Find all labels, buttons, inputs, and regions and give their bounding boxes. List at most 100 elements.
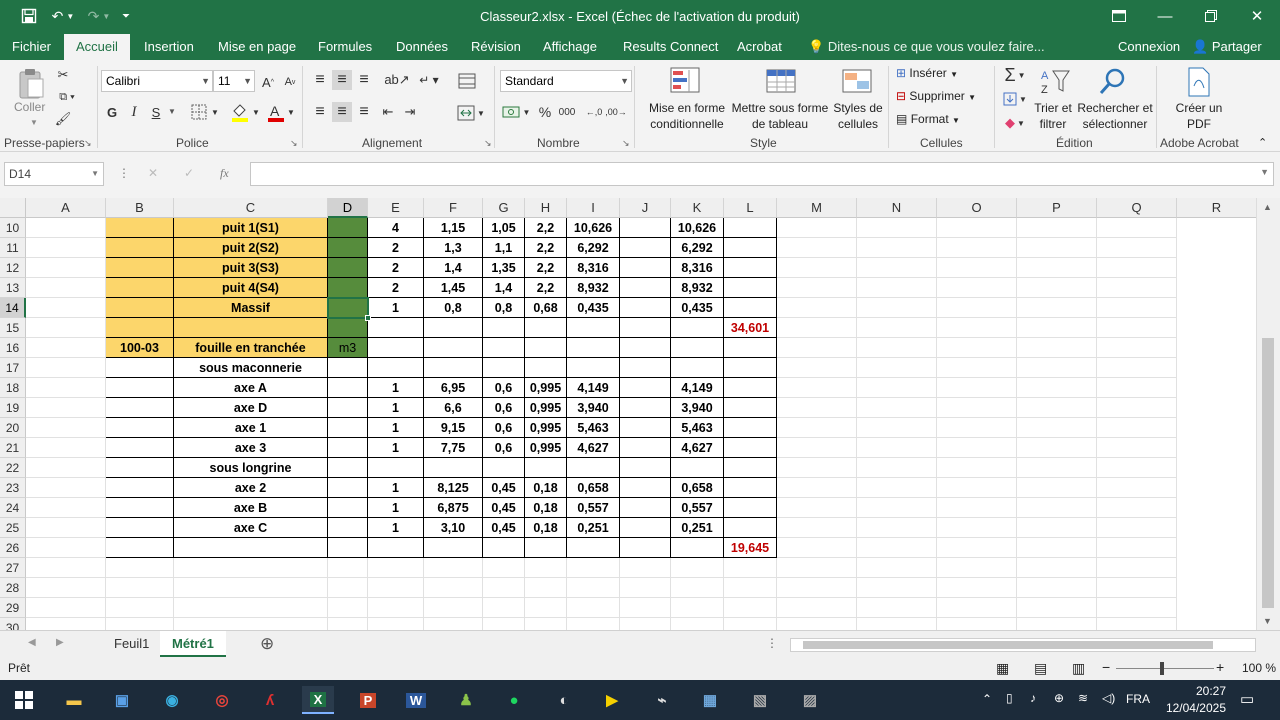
cell-q20[interactable]: [1097, 418, 1177, 438]
cell-o27[interactable]: [937, 558, 1017, 578]
confirm-entry-icon[interactable]: ✓: [184, 166, 194, 180]
font-name-combo[interactable]: Calibri ▼: [101, 70, 213, 92]
cell-g14[interactable]: 0,8: [483, 298, 525, 318]
cell-l21[interactable]: [724, 438, 777, 458]
word-icon[interactable]: W: [400, 686, 432, 714]
cell-q17[interactable]: [1097, 358, 1177, 378]
cell-m14[interactable]: [777, 298, 857, 318]
sort-filter-icon[interactable]: AZ: [1036, 64, 1074, 100]
cell-e18[interactable]: 1: [368, 378, 424, 398]
cell-e17[interactable]: [368, 358, 424, 378]
tab-insertion[interactable]: Insertion: [134, 34, 204, 60]
cell-g26[interactable]: [483, 538, 525, 558]
cell-l15[interactable]: 34,601: [724, 318, 777, 338]
cell-f11[interactable]: 1,3: [424, 238, 483, 258]
cell-q26[interactable]: [1097, 538, 1177, 558]
connexion-button[interactable]: Connexion: [1118, 34, 1180, 60]
format-as-table-button[interactable]: Mettre sous forme de tableau: [730, 100, 830, 132]
cell-k18[interactable]: 4,149: [671, 378, 724, 398]
cell-n13[interactable]: [857, 278, 937, 298]
cell-l17[interactable]: [724, 358, 777, 378]
cell-o12[interactable]: [937, 258, 1017, 278]
cell-q29[interactable]: [1097, 598, 1177, 618]
paste-dropdown-icon[interactable]: ▼: [30, 118, 38, 127]
row-header-20[interactable]: 20: [0, 418, 26, 438]
underline-dropdown-icon[interactable]: ▼: [168, 107, 176, 116]
font-color-icon[interactable]: A ▼: [266, 100, 296, 124]
cell-a12[interactable]: [26, 258, 106, 278]
cell-m24[interactable]: [777, 498, 857, 518]
cell-d27[interactable]: [328, 558, 368, 578]
select-all-corner[interactable]: [0, 198, 26, 218]
normal-view-icon[interactable]: ▦: [996, 660, 1009, 677]
cell-b13[interactable]: [106, 278, 174, 298]
zoom-slider-thumb[interactable]: [1160, 662, 1164, 675]
cell-d30[interactable]: [328, 618, 368, 630]
cell-e19[interactable]: 1: [368, 398, 424, 418]
cell-k11[interactable]: 6,292: [671, 238, 724, 258]
column-header-j[interactable]: J: [620, 198, 671, 218]
cell-h17[interactable]: [525, 358, 567, 378]
cell-g10[interactable]: 1,05: [483, 218, 525, 238]
chess-app-icon[interactable]: ♟: [450, 686, 482, 714]
cell-o22[interactable]: [937, 458, 1017, 478]
media-player-icon[interactable]: ▣: [106, 686, 138, 714]
cell-f14[interactable]: 0,8: [424, 298, 483, 318]
column-header-d[interactable]: D: [328, 198, 368, 218]
row-header-19[interactable]: 19: [0, 398, 26, 418]
column-header-c[interactable]: C: [174, 198, 328, 218]
paste-label[interactable]: Coller: [14, 100, 45, 114]
cell-p27[interactable]: [1017, 558, 1097, 578]
row-header-22[interactable]: 22: [0, 458, 26, 478]
cell-a20[interactable]: [26, 418, 106, 438]
cell-k16[interactable]: [671, 338, 724, 358]
format-painter-icon[interactable]: 🖌: [54, 110, 72, 128]
row-header-13[interactable]: 13: [0, 278, 26, 298]
cell-q14[interactable]: [1097, 298, 1177, 318]
tab-mise-en-page[interactable]: Mise en page: [208, 34, 306, 60]
sheet-tab-feuil1[interactable]: Feuil1: [102, 631, 161, 657]
volume-icon[interactable]: ◁): [1102, 691, 1115, 705]
cell-o15[interactable]: [937, 318, 1017, 338]
fill-color-icon[interactable]: ▼: [230, 100, 260, 124]
cell-h15[interactable]: [525, 318, 567, 338]
cell-g18[interactable]: 0,6: [483, 378, 525, 398]
cell-g30[interactable]: [483, 618, 525, 630]
cell-h30[interactable]: [525, 618, 567, 630]
column-header-g[interactable]: G: [483, 198, 525, 218]
scroll-up-icon[interactable]: ▲: [1263, 202, 1272, 212]
cell-a17[interactable]: [26, 358, 106, 378]
paste-icon[interactable]: [12, 64, 50, 104]
cell-i15[interactable]: [567, 318, 620, 338]
cell-o16[interactable]: [937, 338, 1017, 358]
cell-h29[interactable]: [525, 598, 567, 618]
cell-h22[interactable]: [525, 458, 567, 478]
cell-g23[interactable]: 0,45: [483, 478, 525, 498]
cell-f19[interactable]: 6,6: [424, 398, 483, 418]
cell-f30[interactable]: [424, 618, 483, 630]
cell-h13[interactable]: 2,2: [525, 278, 567, 298]
cell-b29[interactable]: [106, 598, 174, 618]
cell-o25[interactable]: [937, 518, 1017, 538]
cell-m18[interactable]: [777, 378, 857, 398]
cell-i18[interactable]: 4,149: [567, 378, 620, 398]
cell-f17[interactable]: [424, 358, 483, 378]
cell-f12[interactable]: 1,4: [424, 258, 483, 278]
create-pdf-button[interactable]: Créer un PDF: [1170, 100, 1228, 132]
cell-c18[interactable]: axe A: [174, 378, 328, 398]
cell-g16[interactable]: [483, 338, 525, 358]
cell-n19[interactable]: [857, 398, 937, 418]
cell-d23[interactable]: [328, 478, 368, 498]
cell-i29[interactable]: [567, 598, 620, 618]
cell-f18[interactable]: 6,95: [424, 378, 483, 398]
cell-n24[interactable]: [857, 498, 937, 518]
fill-icon[interactable]: ▼: [1000, 88, 1030, 110]
cell-q21[interactable]: [1097, 438, 1177, 458]
cell-n11[interactable]: [857, 238, 937, 258]
cell-a18[interactable]: [26, 378, 106, 398]
cell-i20[interactable]: 5,463: [567, 418, 620, 438]
cell-i21[interactable]: 4,627: [567, 438, 620, 458]
cell-b26[interactable]: [106, 538, 174, 558]
cell-p17[interactable]: [1017, 358, 1097, 378]
column-header-o[interactable]: O: [937, 198, 1017, 218]
